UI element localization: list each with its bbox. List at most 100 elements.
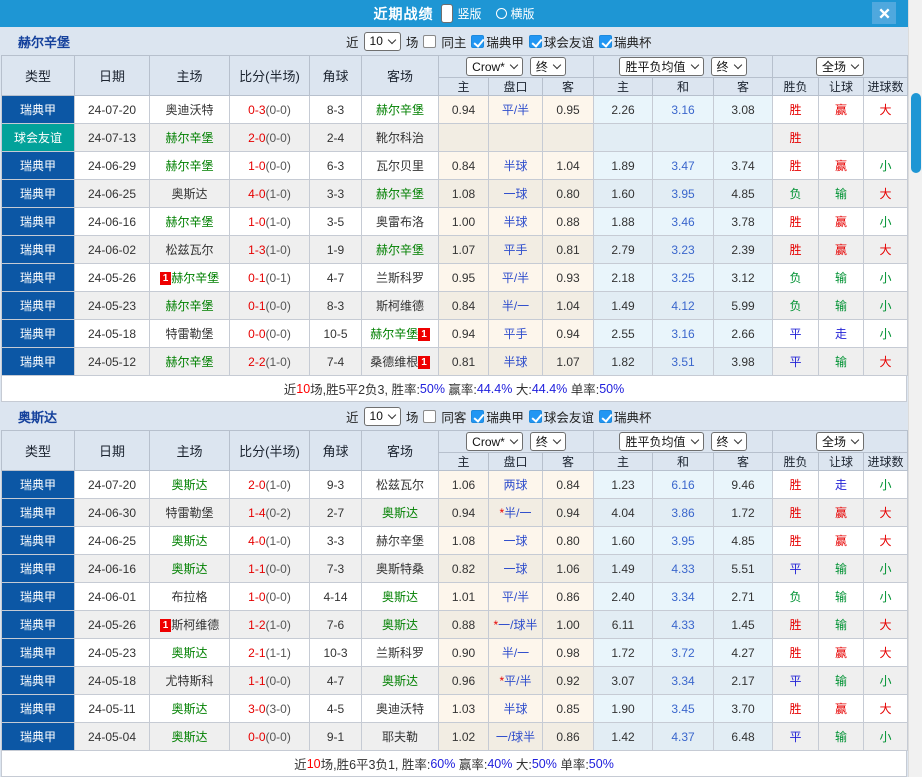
corners-cell: 9-3	[309, 470, 362, 499]
result-goals-cell: 小	[863, 151, 909, 180]
result-handicap-cell: 输	[818, 610, 865, 639]
avg-source-select[interactable]: 胜平负均值	[619, 57, 704, 76]
league-checkbox[interactable]	[598, 34, 612, 48]
result-handicap-cell: 输	[818, 666, 865, 695]
home-team-name: 斯柯维德	[171, 618, 220, 632]
vertical-scrollbar[interactable]	[908, 0, 922, 777]
avg-final-select[interactable]: 终	[710, 57, 747, 76]
home-team-name: 赫尔辛堡	[165, 159, 214, 173]
result-scope-select[interactable]: 全场	[816, 432, 865, 451]
result-goals-cell: 小	[863, 582, 909, 611]
handicap-line: 一/球半	[498, 618, 538, 632]
away-team-name: 奥斯达	[381, 590, 418, 604]
match-row: 瑞典甲 24-06-25 奥斯达 4-0(1-0) 3-3 赫尔辛堡 1.08 一球 0.80 1…	[1, 526, 909, 555]
avg-away-odds-cell	[712, 123, 774, 152]
league-checkbox[interactable]	[598, 409, 612, 423]
home-team-cell: 特雷勒堡	[149, 319, 230, 348]
avg-home-odds-cell: 1.60	[593, 179, 653, 208]
handicap-away-odds-cell: 1.00	[542, 610, 594, 639]
home-team-name: 奥斯达	[171, 478, 208, 492]
match-row: 瑞典甲 24-06-30 特雷勒堡 1-4(0-2) 2-7 奥斯达 0.94 *半/一 0.9…	[1, 498, 909, 527]
away-team-cell: 耶夫勒	[361, 722, 439, 751]
home-team-name: 奥斯达	[171, 534, 208, 548]
home-team-name: 特雷勒堡	[165, 506, 214, 520]
result-handicap-cell: 赢	[818, 694, 865, 723]
select-value: 胜平负均值	[625, 60, 686, 74]
score-cell: 0-0(0-0)	[229, 319, 310, 348]
recent-count-select[interactable]: 10	[363, 31, 401, 51]
radio-horizontal-layout[interactable]: 横版	[495, 5, 535, 22]
match-date-cell: 24-05-11	[74, 694, 150, 723]
odds-source-select[interactable]: Crow*	[466, 57, 523, 76]
odds-source-select[interactable]: Crow*	[466, 432, 523, 451]
league-type-cell: 瑞典甲	[1, 347, 75, 376]
fulltime-score: 0-1	[248, 270, 266, 285]
fulltime-score: 4-0	[248, 533, 266, 548]
handicap-line-cell: 半球	[488, 207, 543, 236]
corners-cell: 4-14	[309, 582, 362, 611]
avg-away-odds-cell: 4.85	[712, 526, 774, 555]
same-venue-label: 同客	[441, 410, 467, 425]
handicap-line-cell: 半球	[488, 694, 543, 723]
recent-count-select[interactable]: 10	[363, 406, 401, 426]
avg-away-odds-cell: 2.17	[712, 666, 774, 695]
home-team-name: 赫尔辛堡	[165, 131, 214, 145]
avg-away-odds-cell: 4.85	[712, 179, 774, 208]
result-goals-cell: 小	[863, 470, 909, 499]
avg-draw-odds: 3.51	[671, 354, 695, 369]
away-team-cell: 奥斯达	[361, 498, 439, 527]
handicap-away-odds-cell: 0.86	[542, 582, 594, 611]
result-goals-cell: 小	[863, 207, 909, 236]
result-handicap-cell: 输	[818, 347, 865, 376]
avg-final-select[interactable]: 终	[710, 432, 747, 451]
avg-draw-odds: 4.33	[671, 617, 695, 632]
result-goals-cell: 小	[863, 666, 909, 695]
league-type-cell: 瑞典甲	[1, 498, 75, 527]
home-team-cell: 赫尔辛堡	[149, 123, 230, 152]
summary-segment: 场,胜5平2负3, 胜率:	[310, 383, 420, 397]
handicap-line-cell: *一/球半	[488, 610, 543, 639]
avg-away-odds-cell: 3.08	[712, 95, 774, 124]
scrollbar-thumb[interactable]	[911, 93, 921, 173]
league-checkbox[interactable]	[528, 34, 542, 48]
odds-final-select[interactable]: 终	[529, 57, 566, 76]
result-outcome-cell: 平	[772, 666, 820, 695]
handicap-away-odds-cell: 1.07	[542, 347, 594, 376]
select-value: 全场	[822, 435, 847, 449]
chevron-down-icon	[509, 435, 519, 445]
same-venue-checkbox[interactable]	[423, 34, 437, 48]
avg-home-odds-cell: 4.04	[593, 498, 653, 527]
halftime-score: (0-0)	[265, 561, 291, 576]
result-goals-cell: 大	[863, 347, 909, 376]
radio-vertical-layout[interactable]: 竖版	[441, 4, 482, 23]
summary-segment: 近	[294, 758, 307, 772]
away-team-cell: 兰斯科罗	[361, 638, 439, 667]
close-button[interactable]	[872, 2, 896, 24]
team-name: 赫尔辛堡	[18, 34, 71, 50]
result-scope-select[interactable]: 全场	[816, 57, 865, 76]
league-checkbox-label: 球会友谊	[543, 410, 594, 425]
odds-final-select[interactable]: 终	[529, 432, 566, 451]
league-checkbox[interactable]	[471, 409, 485, 423]
fulltime-score: 2-0	[248, 477, 266, 492]
home-team-cell: 1 斯柯维德	[149, 610, 230, 639]
result-goals-cell	[863, 123, 909, 152]
match-row: 瑞典甲 24-05-26 1 赫尔辛堡 0-1(0-1) 4-7 兰斯科罗 0.95 平/半 0.…	[1, 263, 909, 292]
home-team-cell: 奥斯达	[149, 554, 230, 583]
recent-matches-table: 类型 日期 主场 比分(半场) 角球 客场 Crow* 终胜平负均值终全场主盘口客主和客胜负让…	[1, 430, 909, 751]
sub-column-header: 客	[712, 452, 774, 471]
league-checkbox[interactable]	[528, 409, 542, 423]
away-team-cell: 奥斯达	[361, 610, 439, 639]
league-checkbox[interactable]	[471, 34, 485, 48]
corners-cell: 7-6	[309, 610, 362, 639]
avg-source-select[interactable]: 胜平负均值	[619, 432, 704, 451]
home-team-cell: 布拉格	[149, 582, 230, 611]
handicap-away-odds-cell: 0.80	[542, 179, 594, 208]
handicap-away-odds-cell: 0.95	[542, 95, 594, 124]
summary-segment: 场,胜6平3负1, 胜率:	[320, 758, 431, 772]
same-venue-checkbox[interactable]	[423, 409, 437, 423]
fulltime-score: 1-0	[248, 589, 266, 604]
away-team-cell: 赫尔辛堡	[361, 235, 439, 264]
away-team-name: 靴尔科治	[375, 131, 424, 145]
handicap-line: 平/半	[501, 271, 530, 285]
